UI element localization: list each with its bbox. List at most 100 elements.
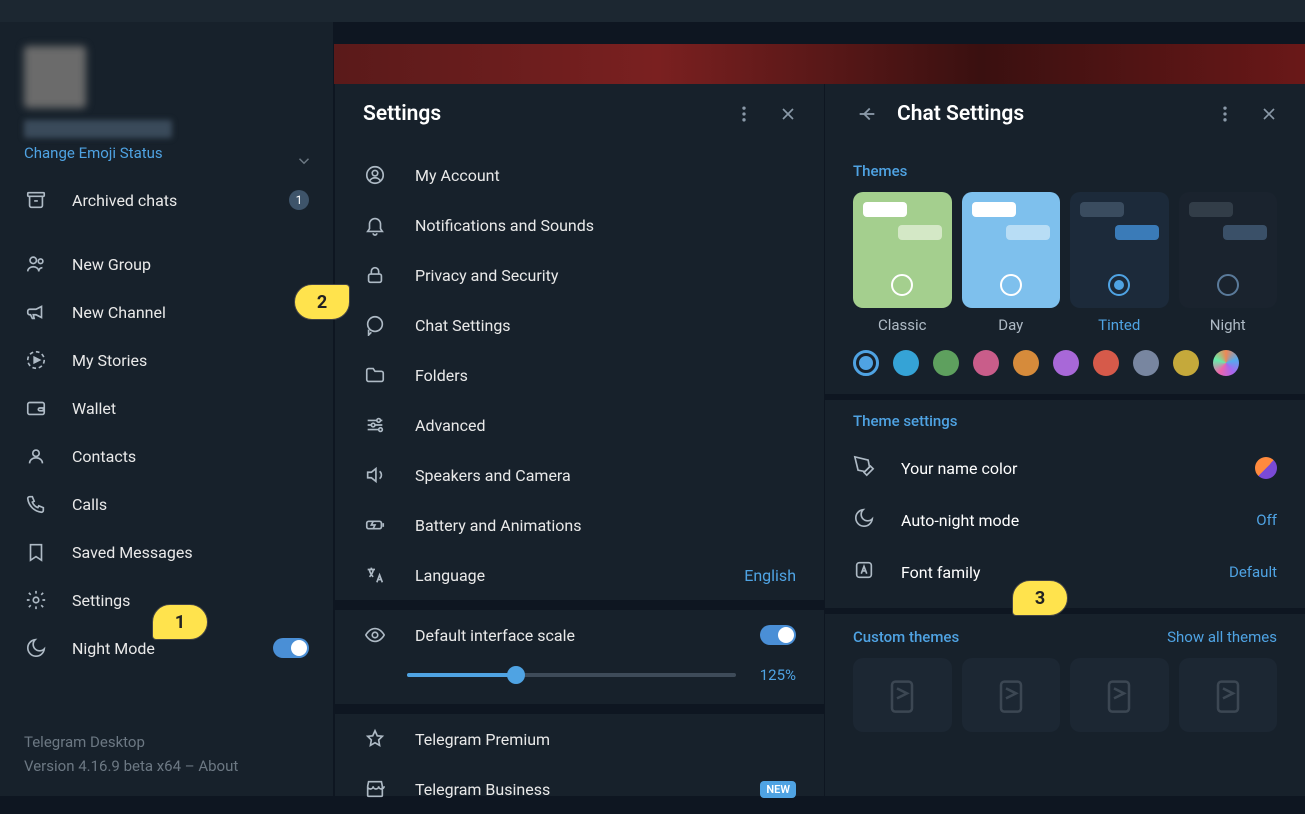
close-icon[interactable]: [774, 100, 802, 128]
theme-label: Tinted: [1070, 316, 1169, 334]
color-swatch[interactable]: [1133, 350, 1159, 376]
language-icon: [363, 563, 387, 587]
theme-settings-heading: Theme settings: [825, 400, 1305, 442]
color-swatch[interactable]: [1013, 350, 1039, 376]
avatar[interactable]: [24, 46, 86, 108]
menu-label: Calls: [72, 495, 107, 514]
settings-advanced[interactable]: Advanced: [335, 400, 824, 450]
menu-archived-chats[interactable]: Archived chats 1: [0, 176, 333, 224]
close-icon[interactable]: [1255, 100, 1283, 128]
change-emoji-status-link[interactable]: Change Emoji Status: [24, 144, 313, 162]
scale-slider[interactable]: [407, 673, 736, 677]
menu-my-stories[interactable]: My Stories: [0, 336, 333, 384]
settings-label: My Account: [415, 166, 500, 185]
default-scale-toggle[interactable]: [760, 625, 796, 645]
settings-label: Telegram Premium: [415, 730, 550, 749]
settings-chat-settings[interactable]: Chat Settings: [335, 300, 824, 350]
annotation-callout-3: 3: [1012, 580, 1068, 616]
paint-icon: [853, 455, 877, 481]
language-value: English: [744, 566, 796, 585]
scale-value: 125%: [752, 666, 796, 684]
custom-theme-card[interactable]: [853, 658, 952, 732]
theme-tinted[interactable]: Tinted: [1070, 192, 1169, 334]
custom-themes-heading: Custom themes: [853, 628, 959, 646]
custom-themes-grid: [825, 658, 1305, 732]
color-swatch[interactable]: [1053, 350, 1079, 376]
moon-icon: [24, 636, 48, 660]
slider-thumb[interactable]: [507, 666, 525, 684]
new-badge: NEW: [760, 781, 796, 798]
eye-icon: [363, 623, 387, 647]
themes-row: Classic Day Tinted Night: [825, 192, 1305, 334]
menu-new-group[interactable]: New Group: [0, 240, 333, 288]
chat-settings-panel: Chat Settings Themes Classic Day Tinted …: [824, 84, 1305, 796]
lock-icon: [363, 263, 387, 287]
app-version[interactable]: Version 4.16.9 beta x64 – About: [24, 754, 309, 778]
menu-saved-messages[interactable]: Saved Messages: [0, 528, 333, 576]
settings-battery-animations[interactable]: Battery and Animations: [335, 500, 824, 550]
app-name: Telegram Desktop: [24, 730, 309, 754]
settings-telegram-premium[interactable]: Telegram Premium: [335, 714, 824, 764]
shop-icon: [363, 777, 387, 801]
settings-telegram-business[interactable]: Telegram Business NEW: [335, 764, 824, 814]
bookmark-icon: [24, 540, 48, 564]
settings-speakers-camera[interactable]: Speakers and Camera: [335, 450, 824, 500]
settings-privacy[interactable]: Privacy and Security: [335, 250, 824, 300]
settings-label: Battery and Animations: [415, 516, 582, 535]
theme-night[interactable]: Night: [1179, 192, 1278, 334]
color-swatch[interactable]: [933, 350, 959, 376]
bell-icon: [363, 213, 387, 237]
divider: [335, 600, 824, 610]
settings-default-scale[interactable]: Default interface scale: [335, 610, 824, 660]
row-auto-night[interactable]: Auto-night mode Off: [825, 494, 1305, 546]
custom-theme-card[interactable]: [962, 658, 1061, 732]
settings-label: Folders: [415, 366, 468, 385]
chevron-down-icon[interactable]: [295, 152, 313, 174]
menu-contacts[interactable]: Contacts: [0, 432, 333, 480]
custom-theme-card[interactable]: [1070, 658, 1169, 732]
color-swatch[interactable]: [973, 350, 999, 376]
theme-label: Night: [1179, 316, 1278, 334]
theme-day[interactable]: Day: [962, 192, 1061, 334]
settings-panel: Settings My Account Notifications and So…: [334, 84, 824, 796]
show-all-themes-link[interactable]: Show all themes: [1167, 628, 1277, 646]
settings-notifications[interactable]: Notifications and Sounds: [335, 200, 824, 250]
name-color-preview: [1255, 457, 1277, 479]
menu-label: New Group: [72, 255, 151, 274]
row-name-color[interactable]: Your name color: [825, 442, 1305, 494]
chat-settings-header: Chat Settings: [825, 84, 1305, 150]
settings-label: Default interface scale: [415, 626, 575, 645]
color-swatch[interactable]: [1093, 350, 1119, 376]
menu-new-channel[interactable]: New Channel: [0, 288, 333, 336]
menu-label: Saved Messages: [72, 543, 193, 562]
megaphone-icon: [24, 300, 48, 324]
settings-language[interactable]: Language English: [335, 550, 824, 600]
username-blurred: [24, 120, 172, 138]
sidebar-footer: Telegram Desktop Version 4.16.9 beta x64…: [0, 712, 333, 796]
theme-label: Day: [962, 316, 1061, 334]
settings-label: Advanced: [415, 416, 486, 435]
menu-calls[interactable]: Calls: [0, 480, 333, 528]
font-icon: [853, 559, 877, 585]
color-swatch-custom[interactable]: [1213, 350, 1239, 376]
more-menu-icon[interactable]: [1211, 100, 1239, 128]
color-swatch-selected[interactable]: [853, 350, 879, 376]
battery-icon: [363, 513, 387, 537]
annotation-callout-2: 2: [294, 284, 350, 320]
theme-label: Classic: [853, 316, 952, 334]
menu-wallet[interactable]: Wallet: [0, 384, 333, 432]
menu-label: Archived chats: [72, 191, 177, 210]
font-family-value: Default: [1229, 563, 1277, 581]
custom-theme-card[interactable]: [1179, 658, 1278, 732]
theme-classic[interactable]: Classic: [853, 192, 952, 334]
color-swatch[interactable]: [893, 350, 919, 376]
archive-icon: [24, 188, 48, 212]
night-mode-toggle[interactable]: [273, 638, 309, 658]
panel-title: Chat Settings: [897, 102, 1195, 126]
more-menu-icon[interactable]: [730, 100, 758, 128]
color-swatch[interactable]: [1173, 350, 1199, 376]
settings-folders[interactable]: Folders: [335, 350, 824, 400]
settings-my-account[interactable]: My Account: [335, 150, 824, 200]
menu-label: New Channel: [72, 303, 166, 322]
back-icon[interactable]: [853, 100, 881, 128]
